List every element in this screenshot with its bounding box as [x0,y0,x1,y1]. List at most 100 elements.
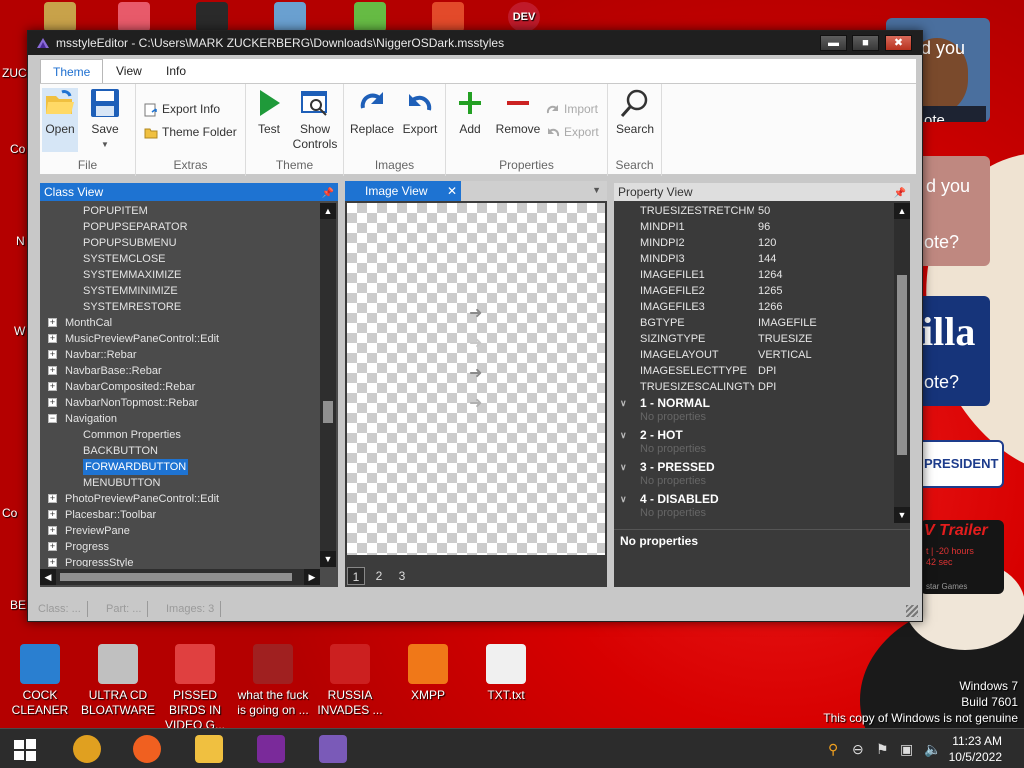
scroll-right-arrow[interactable]: ▶ [304,569,320,585]
desktop-icon-label-partial[interactable]: Co [2,506,17,520]
image-view-tab[interactable]: Image View ✕ [345,181,461,201]
property-row[interactable]: IMAGEFILE3 1266 [614,299,894,315]
system-clock[interactable]: 11:23 AM 10/5/2022 [949,733,1002,765]
side-card-trailer[interactable]: V Trailer t | -20 hours 42 sec star Game… [920,520,1004,594]
replace-label: Replace [350,122,395,136]
property-row[interactable]: MINDPI1 96 [614,219,894,235]
minus-circle-icon[interactable]: ⊖ [852,741,864,758]
desktop-icon-label-partial[interactable]: Co [10,142,25,156]
close-button[interactable]: ✖ [885,35,912,51]
test-button[interactable]: Test [252,88,286,137]
desktop-icon[interactable]: what the fuck is going on ... [233,644,313,718]
chrome-taskbar-icon[interactable] [62,731,112,767]
save-button[interactable]: Save ▼ [88,88,122,152]
msstyleeditor-taskbar-icon[interactable] [308,731,358,767]
class-view-hscroll[interactable]: ◀ ▶ [40,569,320,585]
expand-icon[interactable]: + [48,542,57,551]
expand-icon[interactable]: + [48,318,57,327]
hscroll-thumb[interactable] [60,573,292,581]
minimize-button[interactable]: ▬ [820,35,847,51]
add-button[interactable]: Add [452,88,488,137]
expand-icon[interactable]: + [48,334,57,343]
desktop-icon-label-partial[interactable]: BE [10,598,26,612]
expand-icon[interactable]: + [48,382,57,391]
action-center-flag-icon[interactable]: ⚑ [876,741,889,758]
search-button[interactable]: Search [614,88,656,137]
pin-icon[interactable]: 📌 [322,185,334,203]
property-vscroll[interactable]: ▲ ▼ [894,203,910,523]
property-row[interactable]: IMAGEFILE2 1265 [614,283,894,299]
scroll-up-arrow[interactable]: ▲ [894,203,910,219]
property-row[interactable]: IMAGELAYOUT VERTICAL [614,347,894,363]
tab-info[interactable]: Info [154,59,198,83]
maximize-button[interactable]: ■ [852,35,879,51]
theme-folder-button[interactable]: Theme Folder [144,125,237,140]
property-row[interactable]: BGTYPE IMAGEFILE [614,315,894,331]
expand-icon[interactable]: + [48,398,57,407]
close-tab-icon[interactable]: ✕ [447,181,457,201]
pin-icon[interactable]: 📌 [894,185,906,203]
side-card-president[interactable]: PRESIDENT [916,440,1004,488]
chevron-down-icon[interactable]: ∨ [620,427,627,443]
tab-dropdown-icon[interactable]: ▼ [592,185,601,195]
export-info-button[interactable]: Export Info [144,102,220,117]
tab-theme[interactable]: Theme [40,59,104,83]
property-key: IMAGELAYOUT [640,349,719,361]
desktop-icon-label-partial[interactable]: ZUC [2,66,27,80]
firefox-taskbar-icon[interactable] [122,731,172,767]
chevron-down-icon[interactable]: ∨ [620,491,627,507]
scroll-left-arrow[interactable]: ◀ [40,569,56,585]
desktop-icon[interactable]: XMPP [388,644,468,703]
windows-start-icon[interactable] [14,739,36,761]
tab-view[interactable]: View [104,59,154,83]
page-button[interactable]: 1 [347,567,365,585]
desktop-icon[interactable]: RUSSIA INVADES ... [310,644,390,718]
property-row[interactable]: TRUESIZESTRETCHM 50 [614,203,894,219]
scroll-thumb[interactable] [897,275,907,455]
import-button[interactable]: Import [546,102,598,117]
explorer-taskbar-icon[interactable] [184,731,234,767]
property-row[interactable]: MINDPI3 144 [614,251,894,267]
desktop-icon[interactable]: PISSED BIRDS IN VIDEO G... [155,644,235,728]
property-view-header: Property View 📌 [614,183,910,201]
top-icon-6-image [432,2,464,32]
desktop-icon[interactable]: ULTRA CD BLOATWARE [78,644,158,718]
desktop-icon[interactable]: COCK CLEANER [0,644,80,718]
property-row[interactable]: IMAGEFILE1 1264 [614,267,894,283]
scroll-down-arrow[interactable]: ▼ [894,507,910,523]
expand-icon[interactable]: + [48,510,57,519]
volume-icon[interactable]: 🔈 [924,741,941,758]
desktop-icon-label-partial[interactable]: N [16,234,25,248]
resize-grip[interactable] [906,605,918,617]
page-button[interactable]: 3 [393,567,411,585]
open-button[interactable]: Open [42,88,78,152]
export-property-button[interactable]: Export [546,125,599,140]
export-button[interactable]: Export [400,88,440,137]
desktop-icon-label-partial[interactable]: W [14,324,25,338]
expand-icon[interactable]: + [48,526,57,535]
page-button[interactable]: 2 [370,567,388,585]
class-view-vscroll[interactable]: ▲ ▼ [320,203,336,567]
search-tray-icon[interactable]: ⚲ [828,741,838,758]
scroll-up-arrow[interactable]: ▲ [320,203,336,219]
expand-icon[interactable]: + [48,366,57,375]
expand-icon[interactable]: + [48,350,57,359]
replace-button[interactable]: Replace [350,88,394,137]
property-row[interactable]: MINDPI2 120 [614,235,894,251]
scroll-down-arrow[interactable]: ▼ [320,551,336,567]
yahoo-taskbar-icon[interactable] [246,731,296,767]
desktop-icon[interactable]: TXT.txt [466,644,546,703]
chevron-down-icon[interactable]: ∨ [620,395,627,411]
property-row[interactable]: IMAGESELECTTYPE DPI [614,363,894,379]
title-bar[interactable]: msstyleEditor - C:\Users\MARK ZUCKERBERG… [28,31,922,55]
remove-button[interactable]: Remove [494,88,542,137]
network-icon[interactable]: ▣ [900,741,913,758]
expand-icon[interactable]: + [48,494,57,503]
expand-icon[interactable]: + [48,558,57,567]
chevron-down-icon[interactable]: ∨ [620,459,627,475]
property-row[interactable]: TRUESIZESCALINGTY DPI [614,379,894,395]
show-controls-button[interactable]: Show Controls [292,88,338,152]
scroll-thumb[interactable] [323,401,333,423]
collapse-icon[interactable]: − [48,414,57,423]
property-row[interactable]: SIZINGTYPE TRUESIZE [614,331,894,347]
